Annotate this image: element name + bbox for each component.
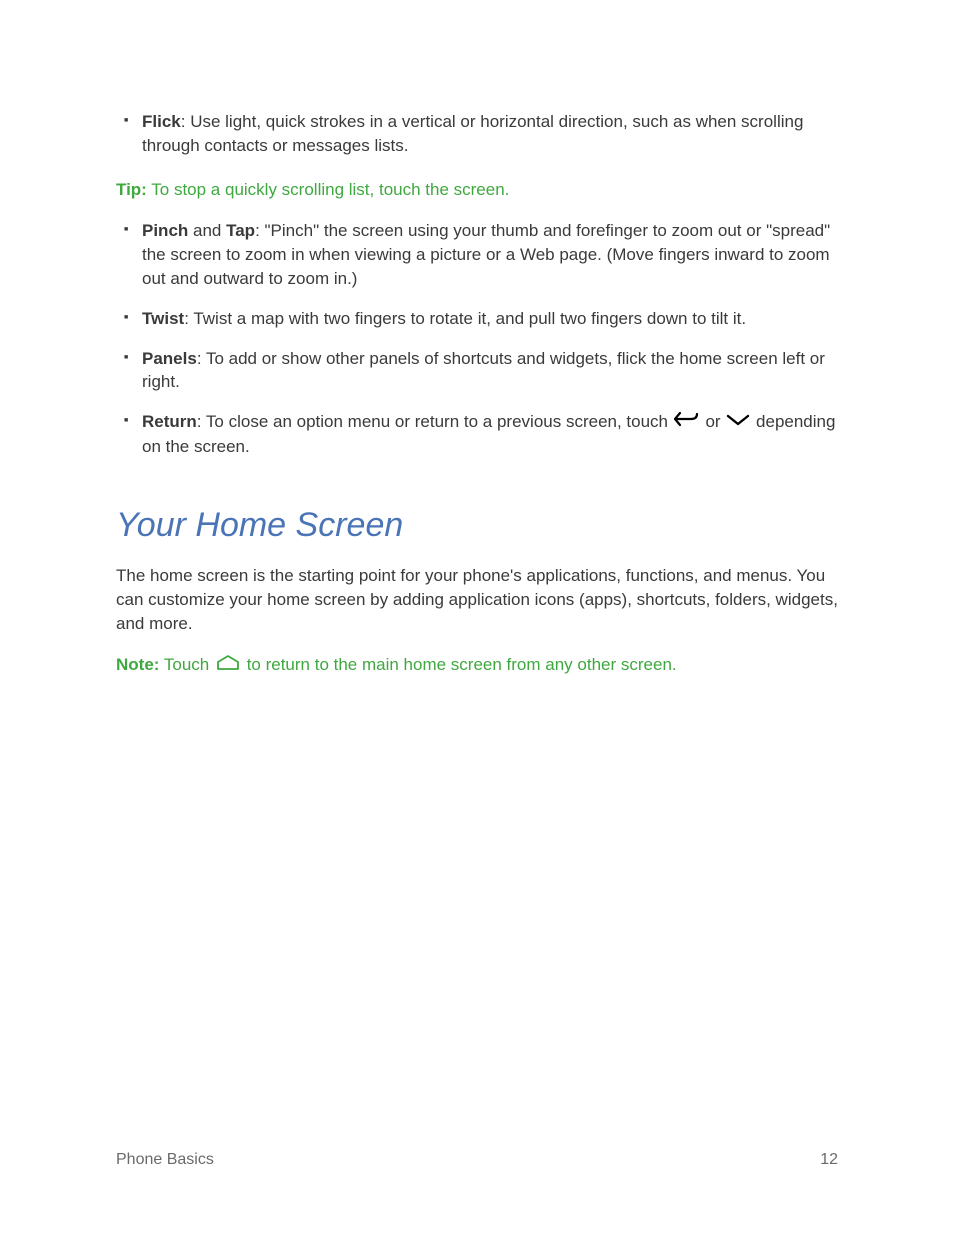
- list-item: Twist: Twist a map with two fingers to r…: [142, 307, 838, 331]
- list-item: Pinch and Tap: "Pinch" the screen using …: [142, 219, 838, 290]
- list-item-term: Flick: [142, 112, 181, 131]
- list-item-text-mid: or: [701, 412, 726, 431]
- home-icon: [214, 653, 242, 677]
- list-item-text-before: : To close an option menu or return to a…: [197, 412, 673, 431]
- note-text-before: Touch: [159, 655, 214, 674]
- tip-label: Tip:: [116, 180, 147, 199]
- page-footer: Phone Basics 12: [116, 1149, 838, 1171]
- list-item-term: Twist: [142, 309, 184, 328]
- list-item-text: : To add or show other panels of shortcu…: [142, 349, 825, 392]
- tip-text: To stop a quickly scrolling list, touch …: [147, 180, 510, 199]
- list-item-term2: Tap: [226, 221, 255, 240]
- back-arrow-icon: [673, 410, 701, 434]
- list-item-term: Panels: [142, 349, 197, 368]
- tip-callout: Tip: To stop a quickly scrolling list, t…: [116, 178, 838, 202]
- list-item-text: : Use light, quick strokes in a vertical…: [142, 112, 803, 155]
- list-item: Flick: Use light, quick strokes in a ver…: [142, 110, 838, 158]
- list-item-connector: and: [188, 221, 226, 240]
- list-item: Return: To close an option menu or retur…: [142, 410, 838, 458]
- list-item-term: Return: [142, 412, 197, 431]
- footer-page-number: 12: [820, 1149, 838, 1171]
- note-text-after: to return to the main home screen from a…: [242, 655, 677, 674]
- chevron-down-icon: [725, 410, 751, 434]
- list-item: Panels: To add or show other panels of s…: [142, 347, 838, 395]
- section-paragraph: The home screen is the starting point fo…: [116, 564, 838, 635]
- bullet-list-top: Flick: Use light, quick strokes in a ver…: [116, 110, 838, 158]
- note-label: Note:: [116, 655, 159, 674]
- note-callout: Note: Touch to return to the main home s…: [116, 653, 838, 677]
- list-item-term: Pinch: [142, 221, 188, 240]
- list-item-text: : Twist a map with two fingers to rotate…: [184, 309, 746, 328]
- footer-left: Phone Basics: [116, 1149, 214, 1171]
- document-page: Flick: Use light, quick strokes in a ver…: [0, 0, 954, 1235]
- section-heading: Your Home Screen: [116, 502, 838, 550]
- bullet-list-mid: Pinch and Tap: "Pinch" the screen using …: [116, 219, 838, 458]
